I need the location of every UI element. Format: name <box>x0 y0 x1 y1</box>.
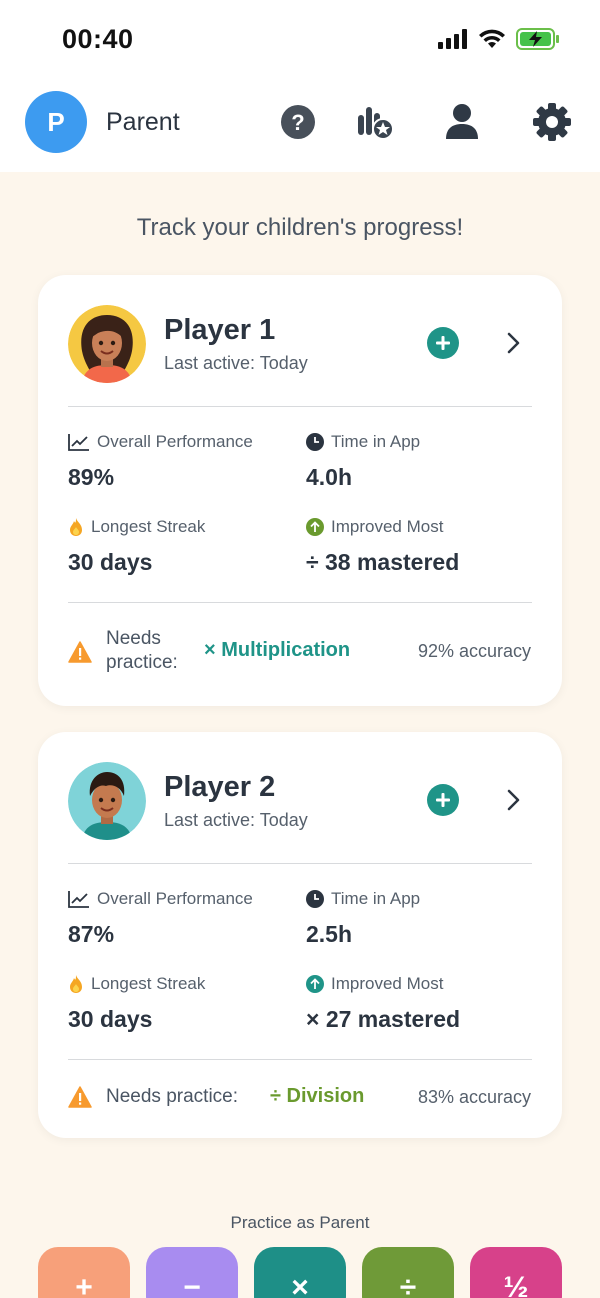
improved-value: ÷ 38 mastered <box>306 549 460 575</box>
flame-icon <box>70 975 82 993</box>
profile-icon[interactable] <box>442 102 482 142</box>
clock-icon <box>306 890 324 908</box>
needs-practice-label: Needs practice: <box>106 628 178 673</box>
settings-icon[interactable] <box>532 102 572 142</box>
clock-icon <box>306 433 324 451</box>
status-time: 00:40 <box>62 24 134 54</box>
multiplication-button[interactable]: × <box>254 1247 346 1298</box>
player-avatar <box>68 305 146 383</box>
chevron-right-icon[interactable] <box>504 788 524 812</box>
accuracy: 92% accuracy <box>417 641 531 661</box>
divider <box>68 1059 532 1060</box>
streak-label: Longest Streak <box>68 517 205 537</box>
addition-button[interactable]: + <box>38 1247 130 1298</box>
player-avatar <box>68 762 146 840</box>
flame-icon <box>70 518 82 536</box>
performance-value: 89% <box>68 464 115 490</box>
performance-value: 87% <box>68 921 115 947</box>
signal-icon <box>438 29 467 49</box>
arrow-up-circle-icon <box>306 975 324 993</box>
time-value: 2.5h <box>306 921 353 947</box>
needs-practice-label: Needs practice: <box>106 1086 239 1107</box>
parent-avatar[interactable]: P <box>25 91 87 153</box>
battery-charging-icon <box>516 28 559 50</box>
streak-value: 30 days <box>68 549 153 575</box>
time-label: Time in App <box>306 432 420 452</box>
chevron-right-icon[interactable] <box>504 331 524 355</box>
last-active: Last active: Today <box>164 353 308 373</box>
streak-value: 30 days <box>68 1006 153 1032</box>
time-label: Time in App <box>306 889 420 909</box>
help-icon[interactable]: ? <box>278 102 318 142</box>
last-active: Last active: Today <box>164 810 308 830</box>
practice-label: Practice as Parent <box>230 1213 370 1232</box>
player-card-2[interactable]: Player 2 Last active: Today Overall Perf… <box>38 732 562 1138</box>
divider <box>68 863 532 864</box>
leaderboard-icon[interactable] <box>355 102 395 142</box>
player-card-1[interactable]: Player 1 Last active: Today Overall Perf… <box>38 275 562 706</box>
player-name: Player 1 <box>164 314 276 346</box>
subtraction-button[interactable]: − <box>146 1247 238 1298</box>
add-button[interactable] <box>427 784 459 816</box>
trend-chart-icon <box>68 891 89 908</box>
page-subtitle: Track your children's progress! <box>136 214 464 241</box>
fractions-button[interactable]: ½ <box>470 1247 562 1298</box>
division-button[interactable]: ÷ <box>362 1247 454 1298</box>
warning-icon <box>68 641 92 663</box>
needs-practice-skill[interactable]: × Multiplication <box>204 639 350 662</box>
improved-label: Improved Most <box>306 974 443 994</box>
performance-label: Overall Performance <box>68 432 253 452</box>
status-icons <box>438 28 560 50</box>
time-value: 4.0h <box>306 464 353 490</box>
arrow-up-circle-icon <box>306 518 324 536</box>
wifi-icon <box>479 29 505 48</box>
accuracy: 83% accuracy <box>417 1087 531 1107</box>
performance-label: Overall Performance <box>68 889 253 909</box>
svg-text:?: ? <box>291 110 304 135</box>
add-button[interactable] <box>427 327 459 359</box>
status-bar: 00:40 <box>0 0 600 80</box>
improved-label: Improved Most <box>306 517 443 537</box>
improved-value: × 27 mastered <box>306 1006 461 1032</box>
streak-label: Longest Streak <box>68 974 205 994</box>
player-name: Player 2 <box>164 771 276 803</box>
plus-icon <box>436 336 450 350</box>
divider <box>68 602 532 603</box>
needs-practice-skill[interactable]: ÷ Division <box>270 1085 364 1108</box>
parent-name: Parent <box>106 108 180 136</box>
app-header: P Parent ? <box>0 80 600 172</box>
divider <box>68 406 532 407</box>
trend-chart-icon <box>68 434 89 451</box>
plus-icon <box>436 793 450 807</box>
warning-icon <box>68 1086 92 1108</box>
